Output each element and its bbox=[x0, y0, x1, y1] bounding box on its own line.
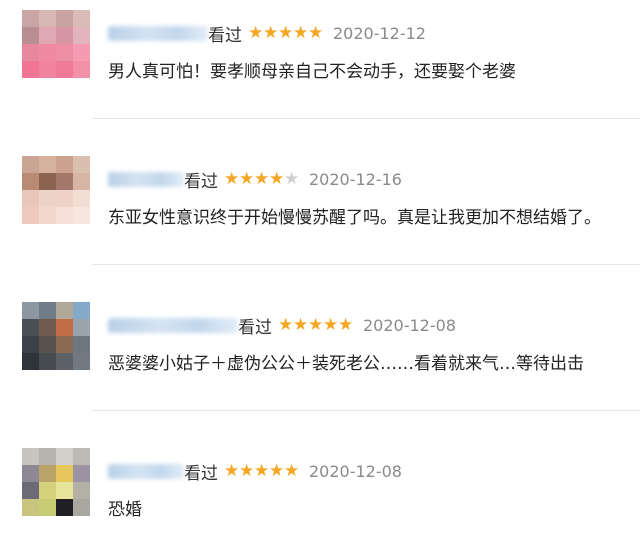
star-icon: ★ bbox=[308, 314, 324, 335]
star-icon: ★ bbox=[239, 168, 255, 189]
star-icon: ★ bbox=[278, 22, 294, 43]
review-comment: 东亚女性意识终于开始慢慢苏醒了吗。真是让我更加不想结婚了。 bbox=[108, 208, 601, 228]
divider bbox=[92, 410, 640, 411]
star-icon: ★ bbox=[263, 22, 279, 43]
rating-stars: ★ ★ ★ ★ ★ bbox=[224, 460, 300, 481]
avatar[interactable] bbox=[22, 10, 90, 78]
review-comment: 恶婆婆小姑子＋虚伪公公＋装死老公……看着就来气…等待出击 bbox=[108, 354, 584, 374]
review-meta: 看过 ★ ★ ★ ★ ★ 2020-12-16 bbox=[108, 167, 402, 192]
star-icon: ★ bbox=[278, 314, 294, 335]
rating-stars: ★ ★ ★ ★ ★ bbox=[224, 168, 300, 189]
star-icon: ★ bbox=[224, 168, 240, 189]
avatar[interactable] bbox=[22, 302, 90, 370]
star-icon: ★ bbox=[239, 460, 255, 481]
avatar[interactable] bbox=[22, 448, 90, 516]
rating-stars: ★ ★ ★ ★ ★ bbox=[248, 22, 324, 43]
watched-label: 看过 bbox=[238, 317, 272, 338]
review-meta: 看过 ★ ★ ★ ★ ★ 2020-12-08 bbox=[108, 459, 402, 484]
star-icon: ★ bbox=[323, 314, 339, 335]
star-icon: ★ bbox=[254, 460, 270, 481]
review-comment: 恐婚 bbox=[108, 500, 142, 520]
star-icon: ★ bbox=[284, 460, 300, 481]
star-icon: ★ bbox=[224, 460, 240, 481]
username-link[interactable] bbox=[108, 463, 184, 479]
star-icon: ★ bbox=[293, 314, 309, 335]
star-icon: ★ bbox=[269, 460, 285, 481]
username-link[interactable] bbox=[108, 25, 208, 41]
username-link[interactable] bbox=[108, 171, 184, 187]
review-date: 2020-12-16 bbox=[309, 169, 402, 189]
rating-stars: ★ ★ ★ ★ ★ bbox=[278, 314, 354, 335]
star-icon: ★ bbox=[284, 168, 300, 189]
star-icon: ★ bbox=[248, 22, 264, 43]
review-date: 2020-12-08 bbox=[363, 315, 456, 335]
divider bbox=[92, 118, 640, 119]
star-icon: ★ bbox=[254, 168, 270, 189]
divider bbox=[92, 264, 640, 265]
review-date: 2020-12-12 bbox=[333, 23, 426, 43]
star-icon: ★ bbox=[269, 168, 285, 189]
avatar[interactable] bbox=[22, 156, 90, 224]
review-date: 2020-12-08 bbox=[309, 461, 402, 481]
username-link[interactable] bbox=[108, 317, 238, 333]
star-icon: ★ bbox=[293, 22, 309, 43]
watched-label: 看过 bbox=[208, 25, 242, 46]
review-meta: 看过 ★ ★ ★ ★ ★ 2020-12-08 bbox=[108, 313, 456, 338]
star-icon: ★ bbox=[308, 22, 324, 43]
watched-label: 看过 bbox=[184, 171, 218, 192]
watched-label: 看过 bbox=[184, 463, 218, 484]
star-icon: ★ bbox=[338, 314, 354, 335]
review-comment: 男人真可怕！要孝顺母亲自己不会动手，还要娶个老婆 bbox=[108, 62, 516, 82]
review-meta: 看过 ★ ★ ★ ★ ★ 2020-12-12 bbox=[108, 21, 426, 46]
